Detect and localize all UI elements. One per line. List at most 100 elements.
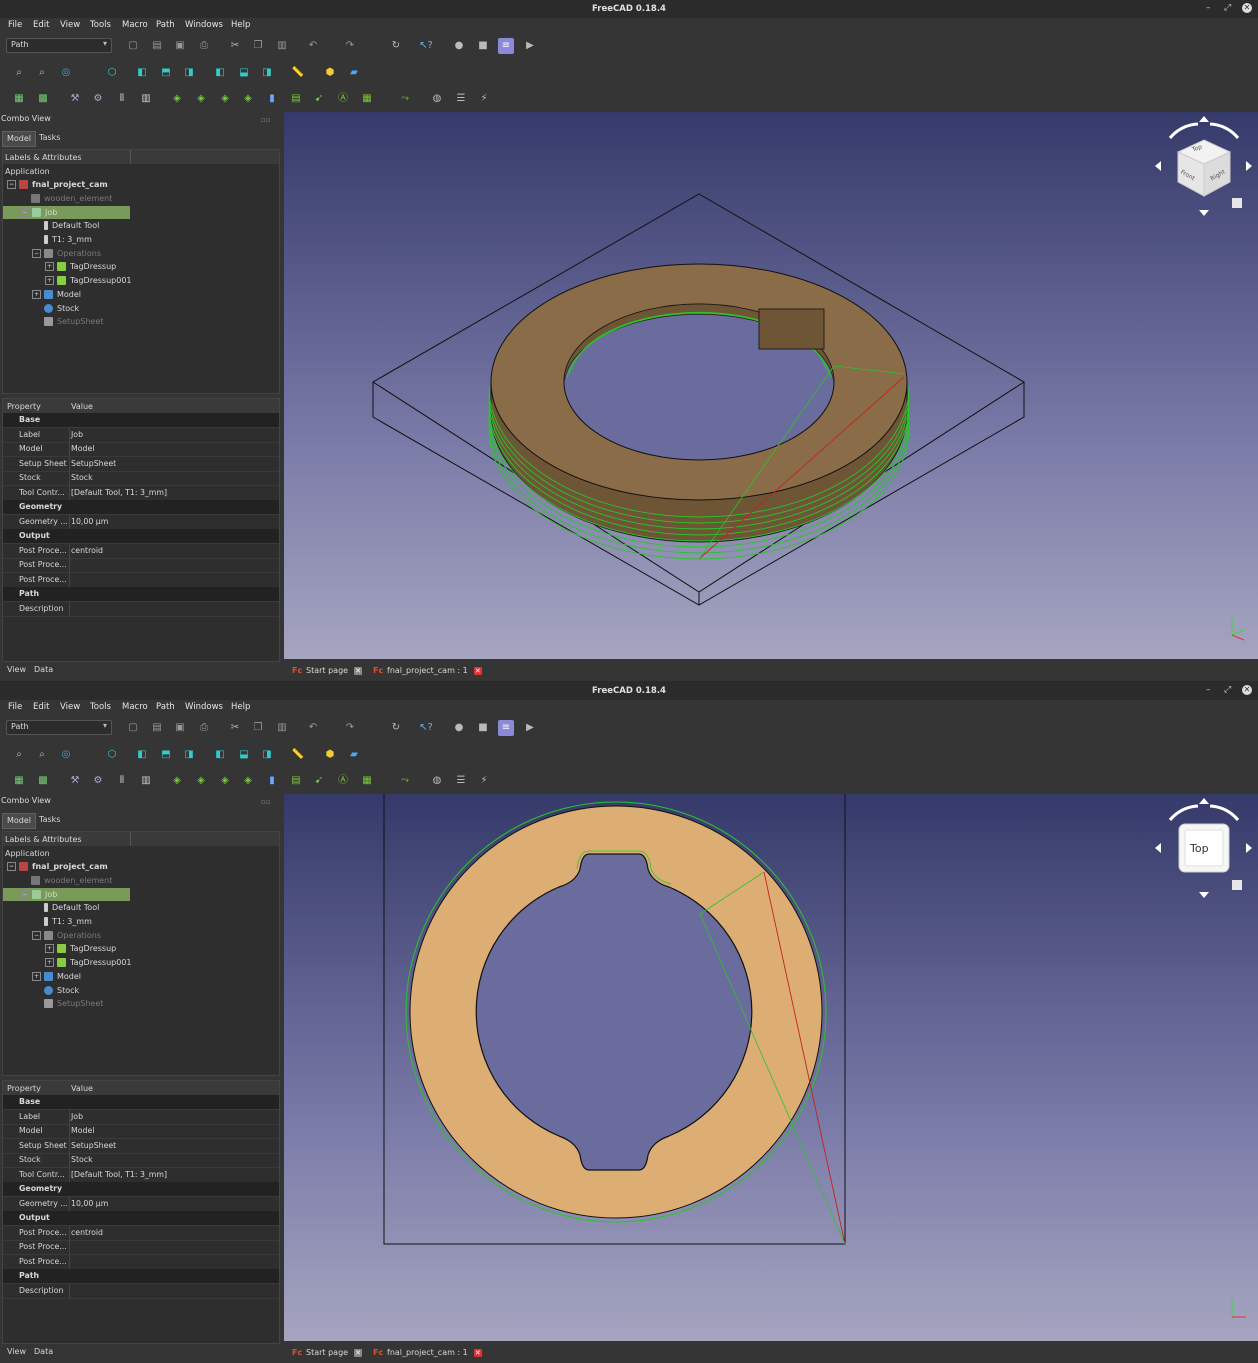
view-rear-icon[interactable]: ◧ xyxy=(212,747,228,763)
menu-path[interactable]: Path xyxy=(156,702,175,712)
paste-icon[interactable]: ▥ xyxy=(274,38,290,54)
prop-tool-controller[interactable]: Tool Contr... [Default Tool, T1: 3_mm] xyxy=(3,1168,279,1183)
tab-data[interactable]: Data xyxy=(34,1347,53,1356)
workbench-selector[interactable]: Path ▾ xyxy=(6,720,112,735)
new-icon[interactable]: ▢ xyxy=(125,38,141,54)
tree-item-tagdressup001[interactable]: + TagDressup001 xyxy=(45,274,132,287)
new-icon[interactable]: ▢ xyxy=(125,720,141,736)
doc-tab-project[interactable]: Fc fnal_project_cam : 1 ✕ xyxy=(369,662,482,679)
collapse-icon[interactable]: − xyxy=(7,180,16,189)
menu-edit[interactable]: Edit xyxy=(33,702,49,712)
adaptive-icon[interactable]: ◈ xyxy=(240,91,256,107)
3d-pocket-icon[interactable]: ▦ xyxy=(359,773,375,789)
tree-item-stock[interactable]: Stock xyxy=(44,302,79,315)
menu-windows[interactable]: Windows xyxy=(185,702,223,712)
helix-icon[interactable]: ▤ xyxy=(288,91,304,107)
macro-execute-icon[interactable]: ▶ xyxy=(522,38,538,54)
maximize-icon[interactable]: ⤢ xyxy=(1224,685,1231,695)
prop-label[interactable]: Label Job xyxy=(3,428,279,443)
view-iso-icon[interactable]: ⬡ xyxy=(104,65,120,81)
workbench-selector[interactable]: Path ▾ xyxy=(6,38,112,53)
tool-bit-icon[interactable]: ⚒ xyxy=(67,91,83,107)
menu-macro[interactable]: Macro xyxy=(122,702,148,712)
prop-tool-controller[interactable]: Tool Contr... [Default Tool, T1: 3_mm] xyxy=(3,486,279,501)
measure-icon[interactable]: 📏 xyxy=(290,747,306,763)
tree-item-application[interactable]: Application xyxy=(5,165,50,178)
post-process-icon[interactable]: ▩ xyxy=(35,773,51,789)
minimize-icon[interactable]: – xyxy=(1206,3,1211,13)
view-rear-icon[interactable]: ◧ xyxy=(212,65,228,81)
prop-geometry-tolerance[interactable]: Geometry ... 10,00 µm xyxy=(3,1197,279,1212)
pocket-icon[interactable]: ◈ xyxy=(193,91,209,107)
job-icon[interactable]: ▦ xyxy=(11,773,27,789)
profile-icon[interactable]: ◈ xyxy=(169,91,185,107)
fit-all-icon[interactable]: ⌕ xyxy=(11,747,27,763)
close-icon[interactable]: ✕ xyxy=(1242,3,1252,13)
tree-item-application[interactable]: Application xyxy=(5,847,50,860)
menu-tools[interactable]: Tools xyxy=(90,702,111,712)
group-base[interactable]: Base xyxy=(3,1095,279,1110)
draw-style-icon[interactable]: ◎ xyxy=(58,65,74,81)
group-output[interactable]: Output xyxy=(3,529,279,544)
dock-buttons[interactable]: ▫▫ xyxy=(261,115,279,124)
view-front-icon[interactable]: ◧ xyxy=(134,65,150,81)
adaptive-icon[interactable]: ◈ xyxy=(240,773,256,789)
group-geometry[interactable]: Geometry xyxy=(3,1182,279,1197)
tab-model[interactable]: Model xyxy=(2,813,37,829)
cut-icon[interactable]: ✂ xyxy=(227,720,243,736)
tree-item-model[interactable]: + Model xyxy=(32,288,81,301)
view-left-icon[interactable]: ◨ xyxy=(259,747,275,763)
group-output[interactable]: Output xyxy=(3,1211,279,1226)
doc-tab-project[interactable]: Fc fnal_project_cam : 1 ✕ xyxy=(369,1344,482,1361)
3d-pocket-icon[interactable]: ▦ xyxy=(359,91,375,107)
view-front-icon[interactable]: ◧ xyxy=(134,747,150,763)
view-right-icon[interactable]: ◨ xyxy=(181,747,197,763)
helix-icon[interactable]: ▤ xyxy=(288,773,304,789)
tree-item-default-tool[interactable]: Default Tool xyxy=(44,901,99,914)
dock-buttons[interactable]: ▫▫ xyxy=(261,797,279,806)
prop-post-processor[interactable]: Post Proce... centroid xyxy=(3,544,279,559)
expand-icon[interactable]: + xyxy=(45,958,54,967)
close-tab-icon[interactable]: ✕ xyxy=(354,1348,363,1357)
prop-post-processor-output[interactable]: Post Proce... xyxy=(3,1255,279,1270)
face-icon[interactable]: ◈ xyxy=(217,91,233,107)
prop-post-processor[interactable]: Post Proce... centroid xyxy=(3,1226,279,1241)
undo-icon[interactable]: ↶ xyxy=(305,720,321,736)
tree-item-document[interactable]: − fnal_project_cam xyxy=(7,860,108,873)
refresh-icon[interactable]: ↻ xyxy=(388,38,404,54)
view-bottom-icon[interactable]: ⬓ xyxy=(236,747,252,763)
face-icon[interactable]: ◈ xyxy=(217,773,233,789)
menu-edit[interactable]: Edit xyxy=(33,20,49,30)
pocket-icon[interactable]: ◈ xyxy=(193,773,209,789)
view-top-icon[interactable]: ⬒ xyxy=(158,747,174,763)
close-tab-icon[interactable]: ✕ xyxy=(354,666,363,675)
group-path[interactable]: Path xyxy=(3,587,279,602)
close-icon[interactable]: ✕ xyxy=(1242,685,1252,695)
collapse-icon[interactable]: − xyxy=(20,890,29,899)
open-icon[interactable]: ▤ xyxy=(149,720,165,736)
paste-icon[interactable]: ▥ xyxy=(274,720,290,736)
tree-item-operations[interactable]: − Operations xyxy=(32,247,101,260)
fit-selection-icon[interactable]: ⌕ xyxy=(34,747,50,763)
whats-this-icon[interactable]: ↖? xyxy=(418,720,434,736)
group-geometry[interactable]: Geometry xyxy=(3,500,279,515)
close-tab-icon[interactable]: ✕ xyxy=(473,1348,482,1357)
tree-item-setupsheet[interactable]: SetupSheet xyxy=(44,997,103,1010)
engrave-icon[interactable]: Ⓐ xyxy=(335,91,351,107)
job-icon[interactable]: ▦ xyxy=(11,91,27,107)
whats-this-icon[interactable]: ↖? xyxy=(418,38,434,54)
macro-execute-icon[interactable]: ▶ xyxy=(522,720,538,736)
tree-item-tagdressup[interactable]: + TagDressup xyxy=(45,942,116,955)
view-left-icon[interactable]: ◨ xyxy=(259,65,275,81)
tree-item-job[interactable]: − Job xyxy=(3,206,130,219)
tree-item-stock[interactable]: Stock xyxy=(44,984,79,997)
tree-item-tagdressup001[interactable]: + TagDressup001 xyxy=(45,956,132,969)
fit-all-icon[interactable]: ⌕ xyxy=(11,65,27,81)
prop-stock[interactable]: Stock Stock xyxy=(3,471,279,486)
menu-help[interactable]: Help xyxy=(231,702,250,712)
tree-item-wooden[interactable]: wooden_element xyxy=(31,192,112,205)
expand-icon[interactable]: + xyxy=(45,262,54,271)
tab-view[interactable]: View xyxy=(7,1347,26,1356)
tree-item-tagdressup[interactable]: + TagDressup xyxy=(45,260,116,273)
tree-item-job[interactable]: − Job xyxy=(3,888,130,901)
